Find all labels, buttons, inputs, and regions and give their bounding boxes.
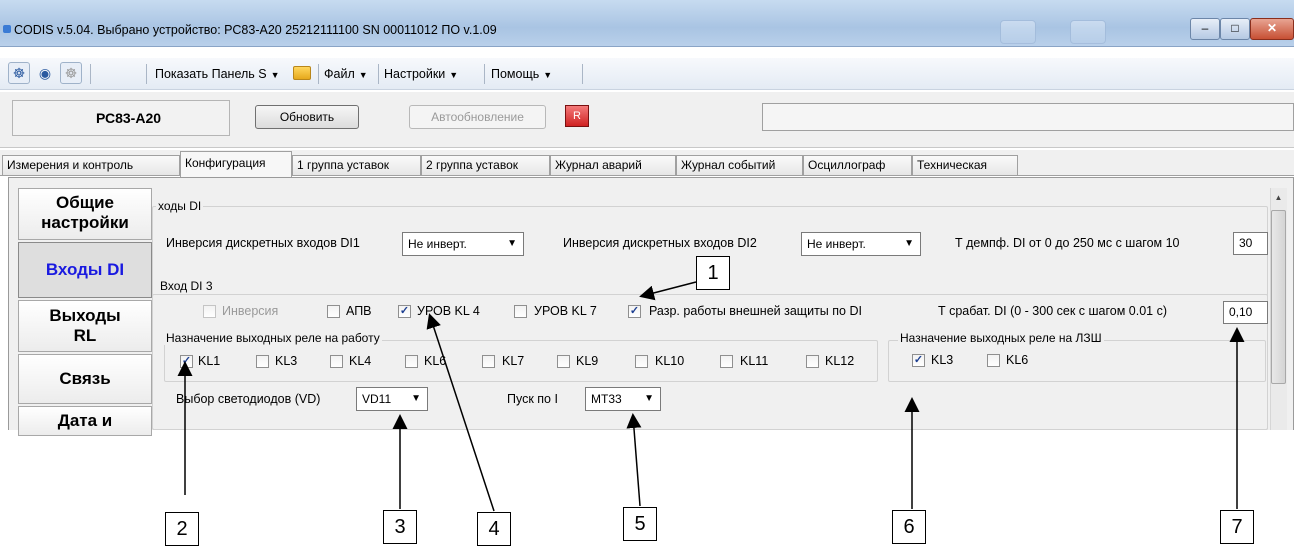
callout-7: 7 xyxy=(1220,510,1254,544)
callout-3: 3 xyxy=(383,510,417,544)
callout-5-arrow xyxy=(626,413,642,507)
callout-2: 2 xyxy=(165,512,199,546)
callout-4: 4 xyxy=(477,512,511,546)
callout-6: 6 xyxy=(892,510,926,544)
callout-4-arrow xyxy=(426,313,495,512)
callout-arrows xyxy=(177,281,1245,512)
callout-1: 1 xyxy=(696,256,730,290)
callout-1-arrow xyxy=(639,281,697,301)
callout-5: 5 xyxy=(623,507,657,541)
